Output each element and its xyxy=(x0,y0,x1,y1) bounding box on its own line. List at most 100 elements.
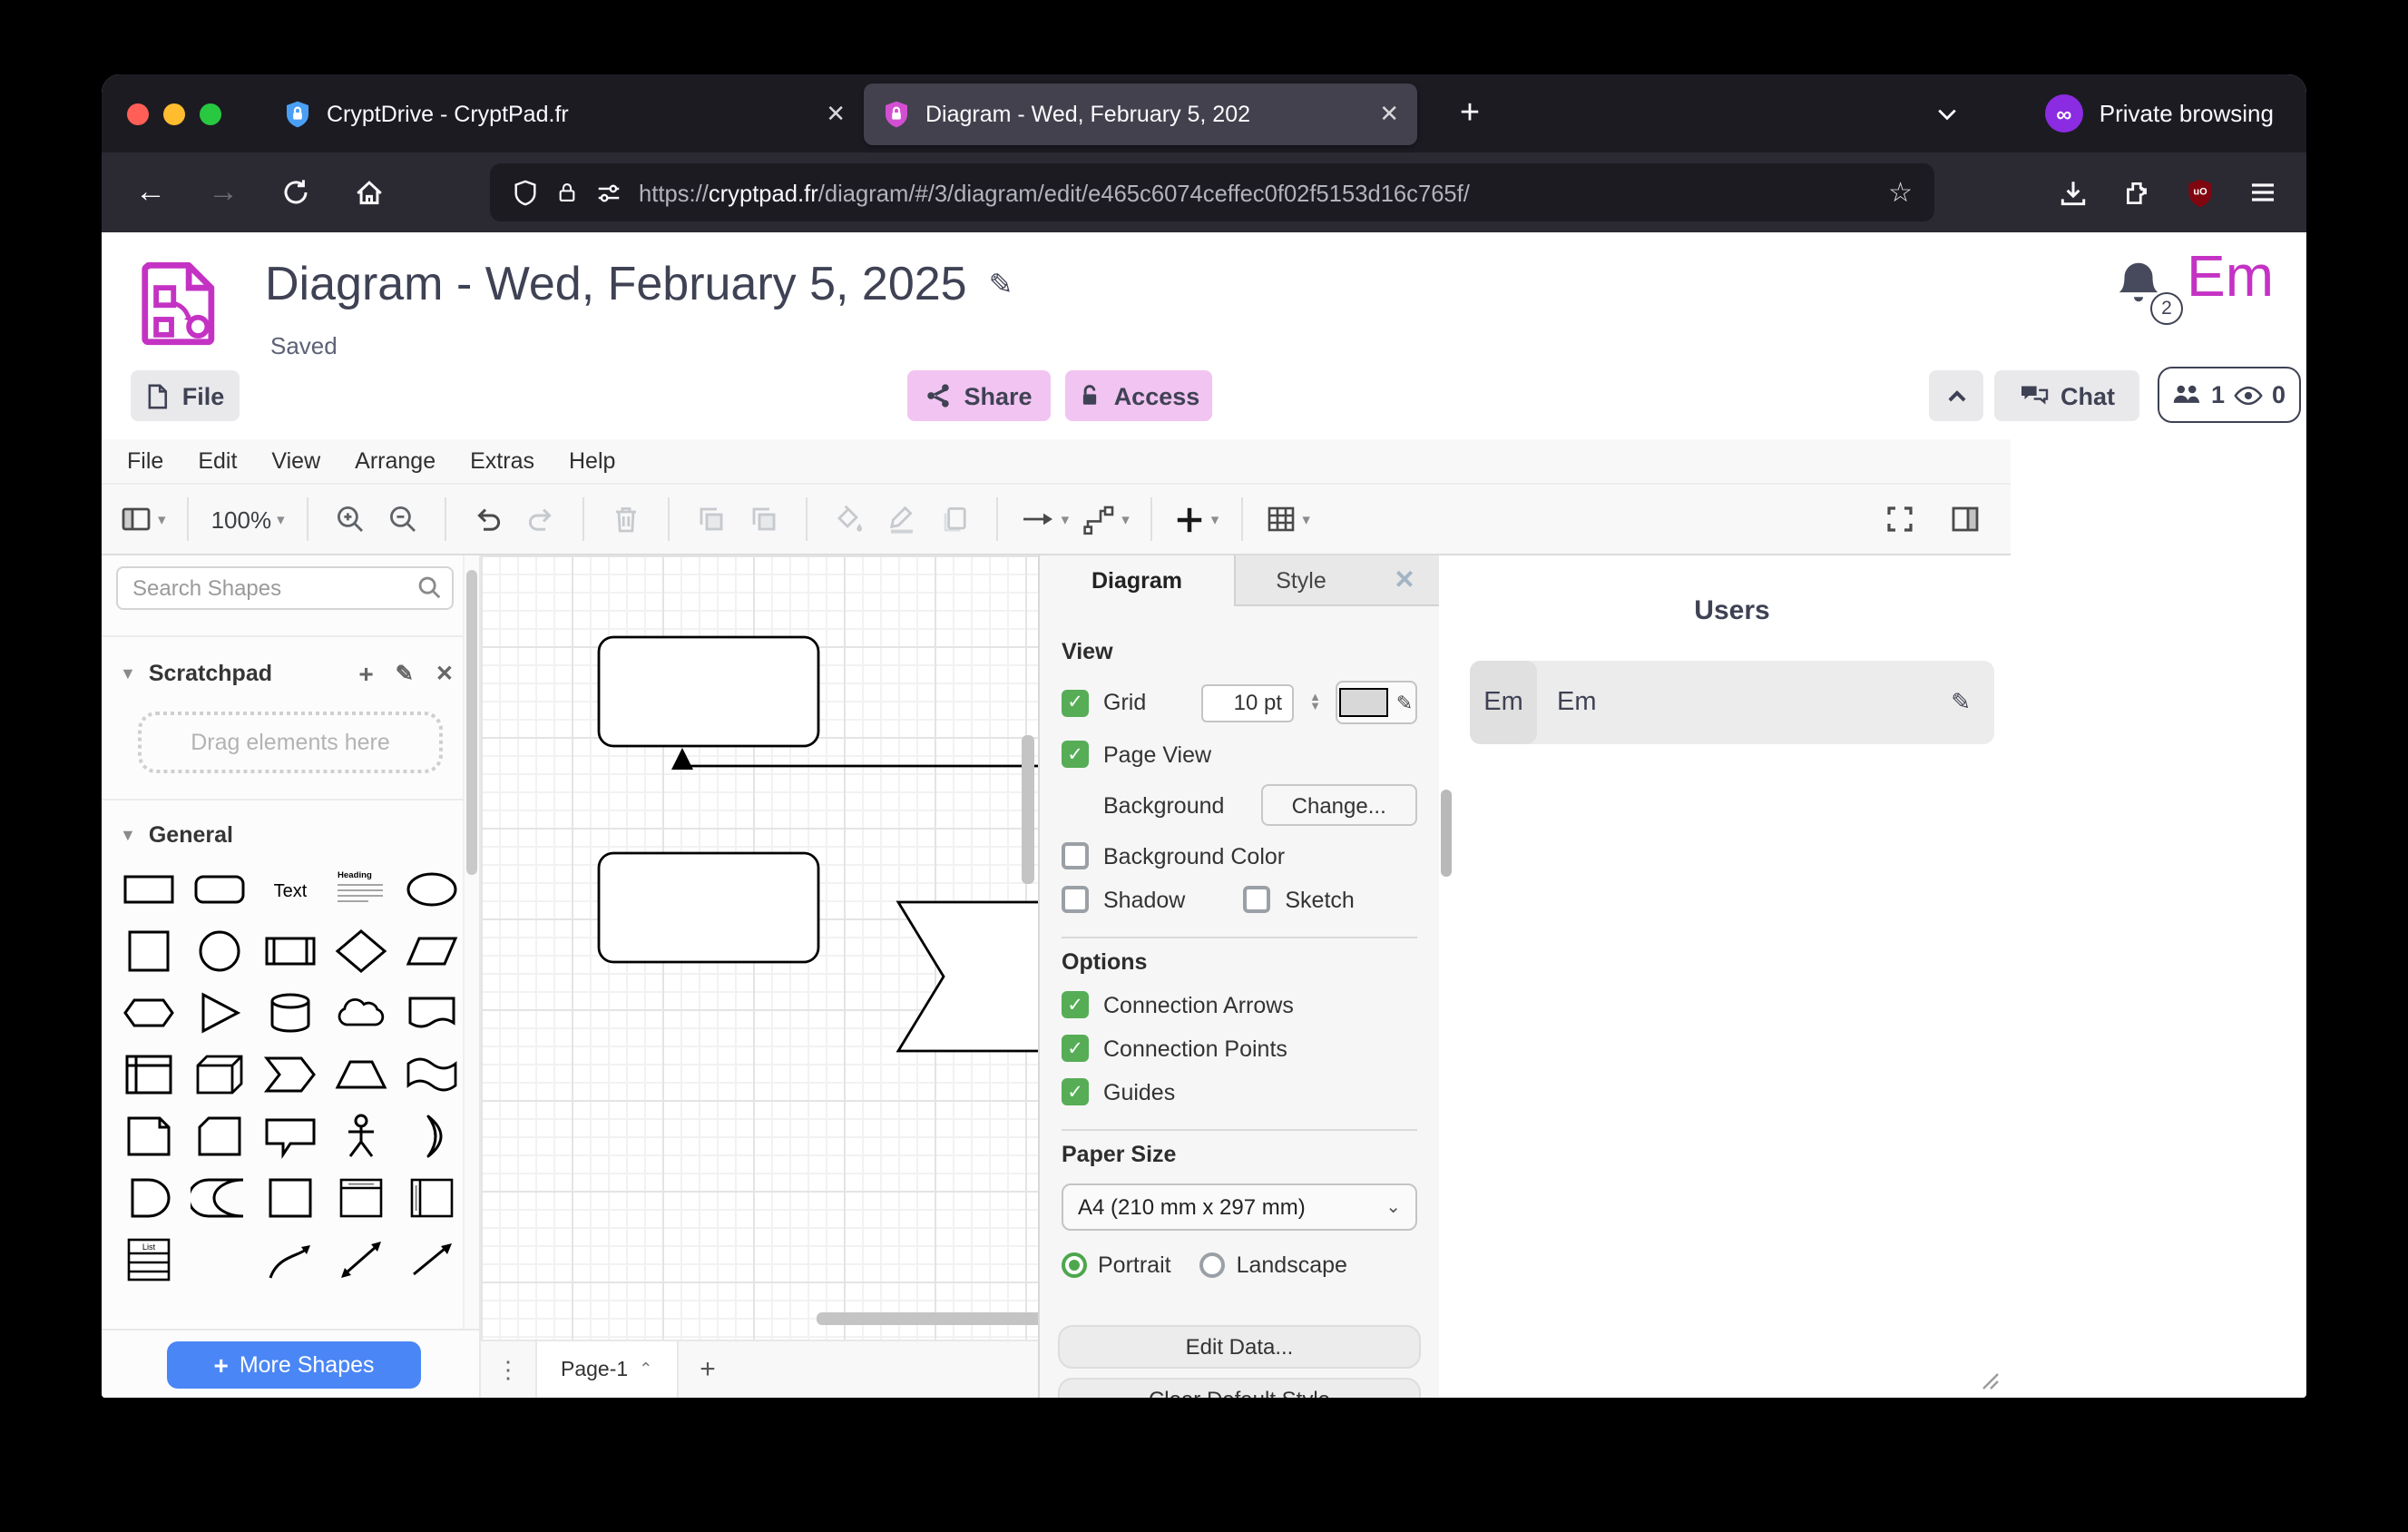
new-tab-button[interactable]: + xyxy=(1443,86,1497,141)
grid-size-stepper[interactable]: ▲▼ xyxy=(1309,693,1321,712)
shape-vertical-container[interactable] xyxy=(325,1167,396,1229)
shape-bidirectional-arrow[interactable] xyxy=(325,1229,396,1283)
tab-diagram-active[interactable]: Diagram - Wed, February 5, 202 ✕ xyxy=(864,83,1417,144)
grid-size-input[interactable]: 10 pt xyxy=(1200,683,1293,722)
avatar[interactable]: Em xyxy=(2187,243,2274,310)
paper-size-select[interactable]: A4 (210 mm x 297 mm) ⌄ xyxy=(1062,1183,1417,1231)
redo-button[interactable] xyxy=(521,496,561,543)
change-background-button[interactable]: Change... xyxy=(1260,784,1417,826)
menu-help[interactable]: Help xyxy=(569,448,615,474)
tracking-shield-icon[interactable] xyxy=(512,179,539,206)
session-users-indicator[interactable]: 1 0 xyxy=(2158,367,2301,423)
node-rounded-rectangle-1[interactable] xyxy=(599,637,818,746)
shape-list[interactable]: List xyxy=(113,1229,183,1283)
menu-view[interactable]: View xyxy=(271,448,320,474)
format-panel-scrollbar[interactable] xyxy=(1439,555,1454,1398)
shape-trapezoid[interactable] xyxy=(325,1044,396,1105)
shape-triangle[interactable] xyxy=(183,982,254,1044)
to-front-button[interactable] xyxy=(691,496,731,543)
bookmark-star-icon[interactable]: ☆ xyxy=(1888,176,1913,209)
connection-arrows-checkbox[interactable]: ✓ xyxy=(1062,991,1089,1018)
shape-diamond[interactable] xyxy=(325,920,396,982)
guides-checkbox[interactable]: ✓ xyxy=(1062,1078,1089,1105)
shape-card[interactable] xyxy=(183,1105,254,1167)
table-button[interactable]: ▾ xyxy=(1264,496,1310,543)
shapes-panel-scrollbar[interactable] xyxy=(463,555,479,1329)
shape-text[interactable]: Text xyxy=(254,859,325,920)
to-back-button[interactable] xyxy=(744,496,784,543)
shape-and[interactable] xyxy=(113,1167,183,1229)
canvas-horizontal-scrollbar[interactable] xyxy=(817,1312,1038,1325)
line-color-button[interactable] xyxy=(882,496,922,543)
shape-cube[interactable] xyxy=(183,1044,254,1105)
fullscreen-button[interactable] xyxy=(1880,496,1920,543)
view-layout-button[interactable]: ▾ xyxy=(120,496,166,543)
reload-button[interactable] xyxy=(269,165,323,220)
shape-data-storage[interactable] xyxy=(183,1167,254,1229)
edge-actor-to-rectangle[interactable] xyxy=(671,748,1038,797)
add-page-button[interactable]: + xyxy=(678,1341,738,1398)
tab-style[interactable]: Style xyxy=(1236,555,1366,604)
grid-checkbox[interactable]: ✓ xyxy=(1062,689,1089,716)
extensions-puzzle-icon[interactable] xyxy=(2121,177,2152,208)
menu-file[interactable]: File xyxy=(127,448,163,474)
list-all-tabs-chevron-icon[interactable] xyxy=(1922,88,1972,139)
shape-square[interactable] xyxy=(113,920,183,982)
shape-circle[interactable] xyxy=(183,920,254,982)
minimize-window-button[interactable] xyxy=(163,103,185,124)
page-tab-1[interactable]: Page-1 ⌃ xyxy=(535,1341,678,1398)
shape-cloud[interactable] xyxy=(325,982,396,1044)
search-shapes-input[interactable] xyxy=(116,566,454,610)
zoom-out-button[interactable] xyxy=(383,496,423,543)
user-row[interactable]: Em Em ✎ xyxy=(1470,661,1994,744)
shadow-checkbox[interactable] xyxy=(1062,886,1089,913)
insert-button[interactable]: ▾ xyxy=(1175,496,1219,543)
shape-rounded-rectangle[interactable] xyxy=(183,859,254,920)
shape-actor[interactable] xyxy=(325,1105,396,1167)
edit-data-button[interactable]: Edit Data... xyxy=(1058,1325,1421,1369)
shape-curve[interactable] xyxy=(254,1229,325,1283)
sketch-checkbox[interactable] xyxy=(1243,886,1270,913)
general-section-header[interactable]: ▼ General xyxy=(102,822,479,848)
resize-grip-icon[interactable] xyxy=(1978,1369,2000,1390)
edit-user-pencil-icon[interactable]: ✎ xyxy=(1951,688,1971,717)
shape-callout[interactable] xyxy=(254,1105,325,1167)
shape-step[interactable] xyxy=(254,1044,325,1105)
tab-diagram[interactable]: Diagram xyxy=(1040,555,1236,606)
close-tab-icon[interactable]: ✕ xyxy=(1379,99,1399,128)
landscape-radio[interactable] xyxy=(1200,1252,1226,1278)
chat-button[interactable]: Chat xyxy=(1994,370,2139,421)
menu-edit[interactable]: Edit xyxy=(198,448,237,474)
menu-arrange[interactable]: Arrange xyxy=(355,448,436,474)
node-rounded-rectangle-2[interactable] xyxy=(599,853,818,962)
tab-cryptdrive[interactable]: CryptDrive - CryptPad.fr ✕ xyxy=(265,83,864,144)
waypoint-style-button[interactable]: ▾ xyxy=(1082,496,1130,543)
shape-process[interactable] xyxy=(254,920,325,982)
close-window-button[interactable] xyxy=(127,103,149,124)
clear-default-style-button[interactable]: Clear Default Style xyxy=(1058,1378,1421,1398)
shape-container[interactable] xyxy=(254,1167,325,1229)
close-tab-icon[interactable]: ✕ xyxy=(826,99,846,128)
shape-note[interactable] xyxy=(113,1105,183,1167)
connection-lock-icon[interactable] xyxy=(555,180,579,205)
maximize-window-button[interactable] xyxy=(200,103,221,124)
scratchpad-add-icon[interactable]: + xyxy=(358,659,373,688)
scratchpad-dropzone[interactable]: Drag elements here xyxy=(138,712,443,773)
connection-points-checkbox[interactable]: ✓ xyxy=(1062,1035,1089,1062)
diagram-canvas[interactable]: What is this?! Actor xyxy=(481,555,1038,1398)
pages-menu-icon[interactable]: ⋮ xyxy=(481,1341,535,1398)
back-button[interactable]: ← xyxy=(123,165,178,220)
connection-style-button[interactable]: ▾ xyxy=(1020,496,1070,543)
shape-rectangle[interactable] xyxy=(113,859,183,920)
shape-parallelogram[interactable] xyxy=(396,920,466,982)
scratchpad-section-header[interactable]: ▼ Scratchpad + ✎ ✕ xyxy=(102,659,479,688)
permissions-icon[interactable] xyxy=(595,179,622,206)
page-view-checkbox[interactable]: ✓ xyxy=(1062,741,1089,768)
scrollbar-thumb[interactable] xyxy=(466,570,477,875)
format-panel-toggle-button[interactable] xyxy=(1945,496,1985,543)
menu-hamburger-icon[interactable] xyxy=(2248,178,2277,207)
zoom-level-dropdown[interactable]: 100% ▾ xyxy=(211,496,285,543)
file-menu-button[interactable]: File xyxy=(131,370,240,421)
shape-arrow[interactable] xyxy=(396,1229,466,1283)
shape-internal-storage[interactable] xyxy=(113,1044,183,1105)
